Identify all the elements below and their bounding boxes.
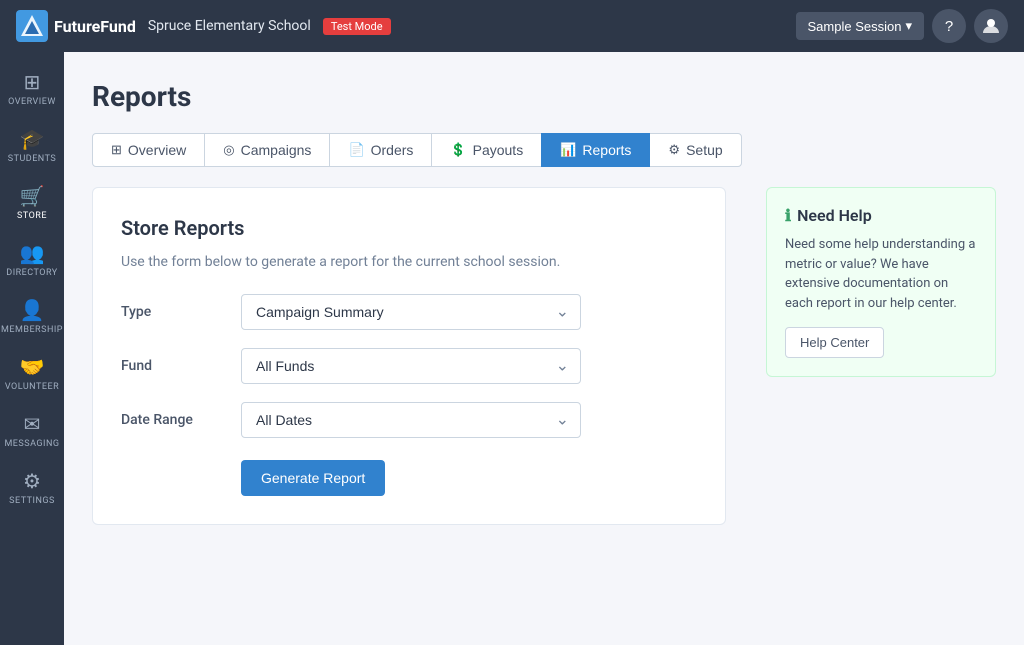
sidebar-label-membership: MEMBERSHIP <box>1 325 63 335</box>
help-panel: ℹ Need Help Need some help understanding… <box>766 187 996 377</box>
tab-overview[interactable]: ⊞ Overview <box>92 133 205 167</box>
tab-setup[interactable]: ⚙ Setup <box>649 133 741 167</box>
sidebar-item-store[interactable]: 🛒 STORE <box>0 174 64 231</box>
store-icon: 🛒 <box>20 184 45 208</box>
store-reports-description: Use the form below to generate a report … <box>121 254 697 270</box>
type-row: Type Campaign Summary Order Summary Payo… <box>121 294 697 330</box>
tab-navigation: ⊞ Overview ◎ Campaigns 📄 Orders 💲 Payout… <box>92 133 996 167</box>
store-reports-card: Store Reports Use the form below to gene… <box>92 187 726 525</box>
date-range-select[interactable]: All Dates Last 7 Days Last 30 Days Custo… <box>241 402 581 438</box>
membership-icon: 👤 <box>20 298 45 322</box>
help-center-button[interactable]: Help Center <box>785 327 884 358</box>
sidebar-item-messaging[interactable]: ✉ MESSAGING <box>0 402 64 459</box>
sidebar: ⊞ OVERVIEW 🎓 STUDENTS 🛒 STORE 👥 DIRECTOR… <box>0 52 64 645</box>
help-card-title: ℹ Need Help <box>785 206 977 225</box>
content-body: Store Reports Use the form below to gene… <box>92 187 996 525</box>
help-card-body: Need some help understanding a metric or… <box>785 235 977 313</box>
sidebar-label-settings: SETTINGS <box>9 496 55 506</box>
date-range-row: Date Range All Dates Last 7 Days Last 30… <box>121 402 697 438</box>
sidebar-item-membership[interactable]: 👤 MEMBERSHIP <box>0 288 64 345</box>
tab-orders[interactable]: 📄 Orders <box>329 133 432 167</box>
directory-icon: 👥 <box>20 241 45 265</box>
type-label: Type <box>121 304 241 320</box>
sidebar-item-directory[interactable]: 👥 DIRECTORY <box>0 231 64 288</box>
volunteer-icon: 🤝 <box>20 355 45 379</box>
fund-label: Fund <box>121 358 241 374</box>
logo-text: FutureFund <box>54 17 136 36</box>
tab-payouts-icon: 💲 <box>450 142 466 158</box>
sidebar-label-store: STORE <box>17 211 47 221</box>
sidebar-item-volunteer[interactable]: 🤝 VOLUNTEER <box>0 345 64 402</box>
type-select[interactable]: Campaign Summary Order Summary Payout Su… <box>241 294 581 330</box>
sidebar-label-volunteer: VOLUNTEER <box>5 382 59 392</box>
page-title: Reports <box>92 80 996 113</box>
sidebar-label-messaging: MESSAGING <box>4 439 59 449</box>
generate-report-button[interactable]: Generate Report <box>241 460 385 496</box>
tab-setup-icon: ⚙ <box>668 142 680 158</box>
help-card: ℹ Need Help Need some help understanding… <box>766 187 996 377</box>
settings-icon: ⚙ <box>23 469 41 493</box>
sidebar-label-students: STUDENTS <box>8 154 57 164</box>
fund-select-wrapper: All Funds <box>241 348 581 384</box>
nav-right: Sample Session ▾ ? <box>796 9 1008 43</box>
tab-overview-icon: ⊞ <box>111 142 122 158</box>
overview-icon: ⊞ <box>24 70 41 94</box>
main-layout: ⊞ OVERVIEW 🎓 STUDENTS 🛒 STORE 👥 DIRECTOR… <box>0 52 1024 645</box>
help-button[interactable]: ? <box>932 9 966 43</box>
sidebar-item-settings[interactable]: ⚙ SETTINGS <box>0 459 64 516</box>
fund-row: Fund All Funds <box>121 348 697 384</box>
user-avatar-button[interactable] <box>974 9 1008 43</box>
sidebar-item-overview[interactable]: ⊞ OVERVIEW <box>0 60 64 117</box>
session-button[interactable]: Sample Session ▾ <box>796 12 924 40</box>
school-name: Spruce Elementary School <box>148 18 311 34</box>
logo-icon <box>16 10 48 42</box>
tab-payouts[interactable]: 💲 Payouts <box>431 133 542 167</box>
fund-select[interactable]: All Funds <box>241 348 581 384</box>
date-range-label: Date Range <box>121 412 241 428</box>
date-range-select-wrapper: All Dates Last 7 Days Last 30 Days Custo… <box>241 402 581 438</box>
test-mode-badge: Test Mode <box>323 18 391 35</box>
messaging-icon: ✉ <box>24 412 41 436</box>
generate-btn-row: Generate Report <box>121 456 697 496</box>
info-icon: ℹ <box>785 206 791 225</box>
sidebar-item-students[interactable]: 🎓 STUDENTS <box>0 117 64 174</box>
type-select-wrapper: Campaign Summary Order Summary Payout Su… <box>241 294 581 330</box>
tab-reports-icon: 📊 <box>560 142 576 158</box>
nav-left: FutureFund Spruce Elementary School Test… <box>16 10 391 42</box>
content-area: Reports ⊞ Overview ◎ Campaigns 📄 Orders … <box>64 52 1024 645</box>
content-main: Store Reports Use the form below to gene… <box>92 187 726 525</box>
tab-orders-icon: 📄 <box>348 142 364 158</box>
logo: FutureFund <box>16 10 136 42</box>
top-navigation: FutureFund Spruce Elementary School Test… <box>0 0 1024 52</box>
students-icon: 🎓 <box>20 127 45 151</box>
tab-campaigns-icon: ◎ <box>223 142 234 158</box>
store-reports-title: Store Reports <box>121 216 697 240</box>
sidebar-label-overview: OVERVIEW <box>8 97 56 107</box>
sidebar-label-directory: DIRECTORY <box>6 268 57 278</box>
tab-campaigns[interactable]: ◎ Campaigns <box>204 133 330 167</box>
tab-reports[interactable]: 📊 Reports <box>541 133 650 167</box>
